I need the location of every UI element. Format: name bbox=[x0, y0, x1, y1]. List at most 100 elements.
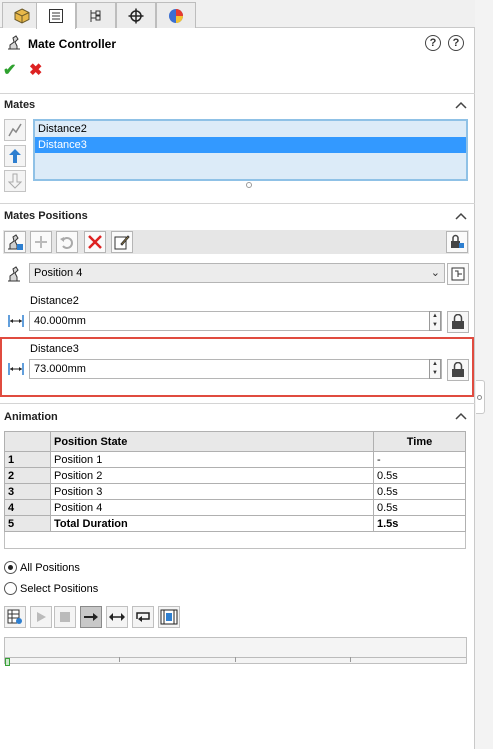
update-position-icon bbox=[35, 236, 47, 248]
mates-positions-section-title: Mates Positions bbox=[4, 210, 88, 222]
all-positions-label[interactable]: All Positions bbox=[20, 562, 80, 574]
position-select-value: Position 4 bbox=[34, 267, 83, 279]
stop-button[interactable] bbox=[54, 606, 76, 628]
animation-timeline[interactable] bbox=[4, 637, 467, 666]
row-index: 4 bbox=[4, 499, 51, 516]
row-time[interactable]: 0.5s bbox=[373, 467, 466, 484]
playback-normal-button[interactable] bbox=[80, 606, 102, 628]
distance2-label: Distance2 bbox=[30, 295, 79, 307]
row-index: 2 bbox=[4, 467, 51, 484]
add-position-button[interactable] bbox=[4, 231, 26, 253]
grip-dot-icon bbox=[477, 395, 482, 400]
row-time: 1.5s bbox=[373, 515, 466, 532]
mates-section-title: Mates bbox=[4, 99, 36, 111]
resize-grip[interactable] bbox=[246, 182, 252, 188]
row-position-state: Total Duration bbox=[50, 515, 374, 532]
row-time[interactable]: 0.5s bbox=[373, 483, 466, 500]
table-row[interactable]: 1 Position 1 - bbox=[4, 451, 466, 468]
move-up-button[interactable] bbox=[4, 145, 26, 167]
calculate-table-icon bbox=[7, 609, 22, 624]
distance3-lock-button[interactable] bbox=[447, 359, 469, 381]
cancel-button[interactable]: ✖ bbox=[29, 60, 42, 80]
distance2-lock-button[interactable] bbox=[447, 311, 469, 333]
move-down-button[interactable] bbox=[4, 170, 26, 192]
arrow-down-icon bbox=[8, 173, 22, 189]
row-position-state: Position 4 bbox=[50, 499, 374, 516]
column-header-position-state: Position State bbox=[50, 431, 374, 452]
configuration-icon bbox=[90, 9, 101, 22]
section-divider bbox=[0, 403, 475, 404]
list-item[interactable]: Distance2 bbox=[35, 121, 466, 137]
collapse-animation-icon[interactable] bbox=[455, 412, 467, 420]
play-button[interactable] bbox=[30, 606, 52, 628]
section-divider bbox=[0, 203, 475, 204]
row-index: 3 bbox=[4, 483, 51, 500]
table-row[interactable]: 2 Position 2 0.5s bbox=[4, 467, 466, 484]
tab-property-manager[interactable] bbox=[36, 2, 76, 29]
lock-icon bbox=[451, 234, 464, 248]
list-item-selected[interactable]: Distance3 bbox=[35, 137, 466, 153]
section-divider bbox=[0, 93, 475, 94]
collapse-mates-icon[interactable] bbox=[455, 101, 467, 109]
position-select[interactable]: Position 4 ⌄ bbox=[29, 263, 445, 283]
row-position-state: Position 1 bbox=[50, 451, 374, 468]
table-row[interactable]: 3 Position 3 0.5s bbox=[4, 483, 466, 500]
whats-new-help-icon[interactable]: ? bbox=[425, 35, 441, 51]
cube-icon bbox=[14, 7, 30, 24]
position-options-button[interactable] bbox=[447, 263, 469, 285]
mates-list[interactable]: Distance2 Distance3 bbox=[33, 119, 468, 181]
mate-controller-icon bbox=[8, 35, 20, 50]
playback-reciprocate-button[interactable] bbox=[106, 606, 128, 628]
row-index: 1 bbox=[4, 451, 51, 468]
panel-splitter bbox=[475, 0, 493, 749]
select-positions-radio[interactable] bbox=[4, 582, 17, 595]
mates-select-button[interactable] bbox=[4, 119, 26, 141]
select-positions-label[interactable]: Select Positions bbox=[20, 583, 98, 595]
timeline-tick bbox=[235, 657, 236, 662]
distance2-spinner[interactable]: ▲ ▼ bbox=[429, 311, 441, 331]
tab-dimxpert-manager[interactable] bbox=[116, 2, 156, 28]
collapse-positions-icon[interactable] bbox=[455, 212, 467, 220]
distance2-input[interactable]: 40.000mm bbox=[29, 311, 442, 331]
timeline-marker[interactable] bbox=[5, 658, 10, 666]
column-header-index bbox=[4, 431, 51, 452]
lock-icon bbox=[452, 314, 464, 329]
panel-collapse-handle[interactable] bbox=[476, 380, 485, 414]
mate-select-icon bbox=[8, 123, 22, 137]
table-row[interactable]: 4 Position 4 0.5s bbox=[4, 499, 466, 516]
distance3-spinner[interactable]: ▲ ▼ bbox=[429, 359, 441, 379]
calculate-animation-button[interactable] bbox=[4, 606, 26, 628]
animation-table: Position State Time 1 Position 1 - 2 Pos… bbox=[4, 431, 466, 532]
ok-button[interactable]: ✔ bbox=[3, 60, 16, 80]
table-row-total: 5 Total Duration 1.5s bbox=[4, 515, 466, 532]
row-time[interactable]: - bbox=[373, 451, 466, 468]
property-manager-icon bbox=[49, 9, 63, 23]
lock-all-button[interactable] bbox=[446, 231, 468, 253]
row-position-state: Position 2 bbox=[50, 467, 374, 484]
loop-icon bbox=[136, 612, 150, 622]
undo-position-button[interactable] bbox=[56, 231, 78, 253]
manager-tab-bar bbox=[0, 0, 475, 29]
arrow-both-icon bbox=[109, 613, 125, 621]
table-header-row: Position State Time bbox=[4, 431, 466, 452]
row-time[interactable]: 0.5s bbox=[373, 499, 466, 516]
update-position-button[interactable] bbox=[30, 231, 52, 253]
playback-loop-button[interactable] bbox=[132, 606, 154, 628]
position-icon bbox=[8, 266, 20, 282]
tab-display-manager[interactable] bbox=[156, 2, 196, 28]
save-animation-button[interactable] bbox=[158, 606, 180, 628]
edit-position-button[interactable] bbox=[111, 231, 133, 253]
arrow-up-icon bbox=[9, 149, 21, 163]
undo-icon bbox=[60, 237, 73, 249]
tab-configuration-manager[interactable] bbox=[76, 2, 116, 28]
delete-x-icon bbox=[88, 235, 102, 249]
delete-position-button[interactable] bbox=[84, 231, 106, 253]
timeline-tick bbox=[350, 657, 351, 662]
all-positions-radio[interactable] bbox=[4, 561, 17, 574]
timeline-tick bbox=[119, 657, 120, 662]
position-list-icon bbox=[451, 267, 465, 281]
column-header-time: Time bbox=[373, 431, 466, 452]
distance3-label: Distance3 bbox=[30, 343, 79, 355]
help-icon[interactable]: ? bbox=[448, 35, 464, 51]
distance3-input[interactable]: 73.000mm bbox=[29, 359, 442, 379]
